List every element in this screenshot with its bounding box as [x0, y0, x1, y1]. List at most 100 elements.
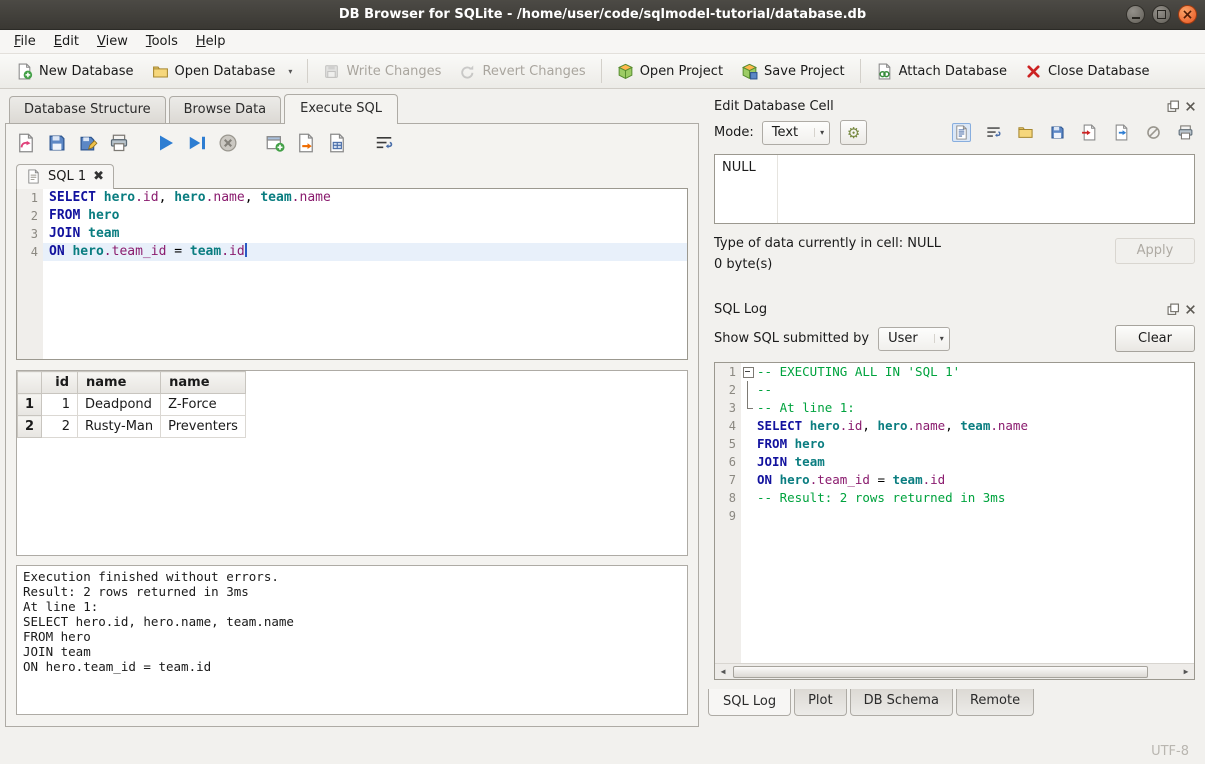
cell[interactable]: Deadpond — [78, 394, 161, 416]
column-header-id-0[interactable]: id — [42, 372, 78, 394]
export-button[interactable] — [1112, 123, 1131, 142]
scroll-left-icon[interactable]: ◀ — [715, 664, 731, 679]
open-project-button[interactable]: Open Project — [609, 59, 731, 84]
row-header[interactable]: 2 — [18, 416, 42, 438]
button-label: Revert Changes — [482, 64, 585, 79]
line-number: 6 — [715, 453, 741, 471]
sql-editor[interactable]: 1SELECT hero.id, hero.name, team.name2FR… — [16, 188, 688, 360]
menu-view[interactable]: View — [88, 31, 137, 52]
save-results-button[interactable] — [327, 133, 347, 153]
close-database-icon — [1025, 63, 1042, 80]
print-button[interactable] — [109, 133, 129, 153]
save-sql-file-button[interactable] — [47, 133, 67, 153]
log-line-2: 2-- — [715, 381, 1194, 399]
toolbar-separator — [601, 59, 602, 83]
auto-mode-button[interactable]: ⚙ — [840, 120, 867, 145]
sql-log-view[interactable]: 1-- EXECUTING ALL IN 'SQL 1'2--3-- At li… — [714, 362, 1195, 680]
scrollbar-thumb[interactable] — [733, 666, 1148, 678]
cell-content: NULL — [722, 160, 756, 175]
attach-database-button[interactable]: Attach Database — [868, 59, 1015, 84]
encoding-indicator: UTF-8 — [1151, 744, 1189, 759]
close-panel-icon[interactable] — [1184, 100, 1197, 113]
open-sql-file-button[interactable] — [16, 133, 36, 153]
stop-button[interactable] — [218, 133, 238, 153]
table-corner[interactable] — [18, 372, 42, 394]
text-cursor — [245, 243, 247, 257]
print-button[interactable] — [1176, 123, 1195, 142]
fold-margin — [741, 489, 755, 507]
mode-combobox[interactable]: Text ▾ — [762, 121, 830, 145]
line-text: ON hero.team_id = team.id — [43, 243, 687, 261]
tab-database-structure[interactable]: Database Structure — [9, 96, 166, 123]
close-database-button[interactable]: Close Database — [1017, 59, 1158, 84]
line-text: -- EXECUTING ALL IN 'SQL 1' — [755, 363, 1194, 381]
menu-tools[interactable]: Tools — [137, 31, 187, 52]
minimize-button[interactable] — [1126, 5, 1145, 24]
maximize-button[interactable] — [1152, 5, 1171, 24]
window-title: DB Browser for SQLite - /home/user/code/… — [339, 7, 866, 22]
cell[interactable]: 2 — [42, 416, 78, 438]
close-panel-icon[interactable] — [1184, 303, 1197, 316]
cell[interactable]: Preventers — [161, 416, 246, 438]
cell[interactable]: Z-Force — [161, 394, 246, 416]
tab-browse-data[interactable]: Browse Data — [169, 96, 282, 123]
line-text: FROM hero — [755, 435, 1194, 453]
set-null-button[interactable] — [1144, 123, 1163, 142]
open-database-button[interactable]: Open Database▾ — [144, 59, 301, 84]
import-button[interactable] — [1080, 123, 1099, 142]
left-pane: Database StructureBrowse DataExecute SQL… — [0, 89, 704, 739]
bottom-tab-remote[interactable]: Remote — [956, 689, 1034, 716]
text-mode-button[interactable] — [952, 123, 971, 142]
line-text: -- — [755, 381, 1194, 399]
close-window-button[interactable] — [1178, 5, 1197, 24]
new-database-button[interactable]: New Database — [8, 59, 142, 84]
tab-execute-sql[interactable]: Execute SQL — [284, 94, 398, 124]
fold-collapse-icon[interactable] — [741, 363, 755, 381]
cell-editor[interactable]: NULL — [714, 154, 1195, 224]
column-header-name-1[interactable]: name — [78, 372, 161, 394]
new-tab-button[interactable] — [265, 133, 285, 153]
open-file-button[interactable] — [1016, 123, 1035, 142]
line-number: 9 — [715, 507, 741, 525]
menu-help[interactable]: Help — [187, 31, 235, 52]
cell[interactable]: Rusty-Man — [78, 416, 161, 438]
log-lines: 1-- EXECUTING ALL IN 'SQL 1'2--3-- At li… — [715, 363, 1194, 525]
row-header[interactable]: 1 — [18, 394, 42, 416]
edit-cell-dock-header: Edit Database Cell — [704, 89, 1205, 117]
line-number: 2 — [17, 207, 43, 225]
dock-icons — [1167, 100, 1197, 113]
float-panel-icon[interactable] — [1167, 303, 1180, 316]
save-project-button[interactable]: Save Project — [733, 59, 853, 84]
line-number: 8 — [715, 489, 741, 507]
word-wrap-button[interactable] — [984, 123, 1003, 142]
menu-file[interactable]: File — [5, 31, 45, 52]
column-header-name-2[interactable]: name — [161, 372, 246, 394]
log-filter-combobox[interactable]: User ▾ — [878, 327, 950, 351]
log-filter-value: User — [888, 331, 934, 346]
dropdown-arrow-icon[interactable]: ▾ — [283, 67, 292, 76]
execute-line-button[interactable] — [187, 133, 207, 153]
bottom-tab-sql-log[interactable]: SQL Log — [708, 689, 791, 716]
line-text: JOIN team — [755, 453, 1194, 471]
main-content: Database StructureBrowse DataExecute SQL… — [0, 89, 1205, 739]
word-wrap-button[interactable] — [374, 133, 394, 153]
line-number: 1 — [17, 189, 43, 207]
export-results-button[interactable] — [296, 133, 316, 153]
save-sql-as-button[interactable] — [78, 133, 98, 153]
sql-tab-sql-1[interactable]: SQL 1 ✖ — [16, 164, 114, 189]
scroll-right-icon[interactable]: ▶ — [1178, 664, 1194, 679]
bottom-tab-db-schema[interactable]: DB Schema — [850, 689, 953, 716]
execute-all-button[interactable] — [156, 133, 176, 153]
edit-cell-title: Edit Database Cell — [714, 99, 1167, 114]
save-file-button[interactable] — [1048, 123, 1067, 142]
line-number: 4 — [17, 243, 43, 261]
horizontal-scrollbar[interactable]: ◀ ▶ — [715, 663, 1194, 679]
menu-edit[interactable]: Edit — [45, 31, 88, 52]
line-number: 3 — [715, 399, 741, 417]
bottom-tab-plot[interactable]: Plot — [794, 689, 847, 716]
cell[interactable]: 1 — [42, 394, 78, 416]
float-panel-icon[interactable] — [1167, 100, 1180, 113]
tab-close-icon[interactable]: ✖ — [93, 170, 104, 183]
table-row: 22Rusty-ManPreventers — [18, 416, 246, 438]
clear-log-button[interactable]: Clear — [1115, 325, 1195, 352]
